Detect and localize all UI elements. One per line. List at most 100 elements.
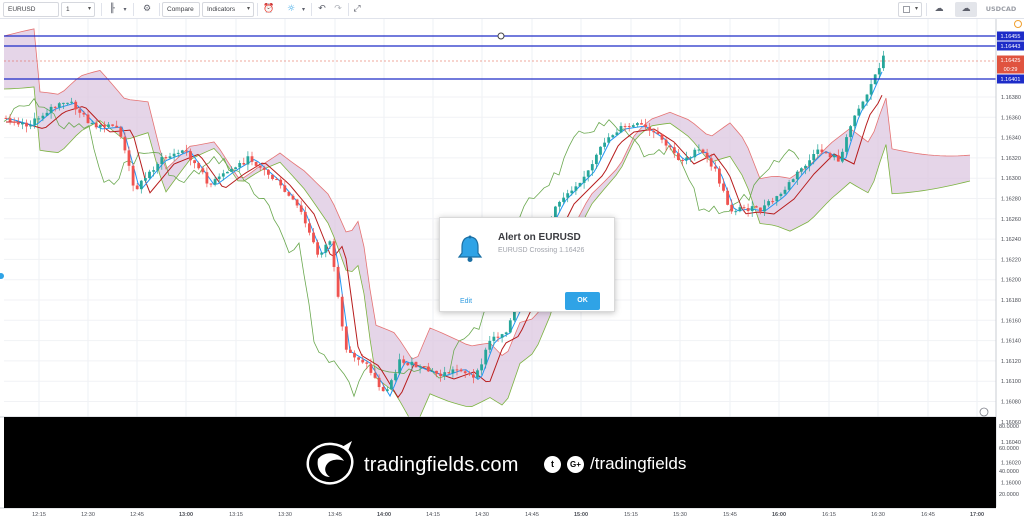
candle-body <box>832 155 836 158</box>
time-tick-label: 15:15 <box>624 512 638 518</box>
time-tick-label: 13:15 <box>229 512 243 518</box>
price-tick-label: 1.16160 <box>1001 318 1021 324</box>
candle-body <box>795 171 799 180</box>
candle-body <box>574 186 578 191</box>
candle-body <box>271 174 274 180</box>
price-tick-label: 1.16000 <box>1001 481 1021 487</box>
edit-alert-link[interactable]: Edit <box>460 298 472 305</box>
redo-icon[interactable]: ↷ <box>331 2 345 17</box>
indicators-label: Indicators <box>207 6 236 13</box>
alert-clock-icon[interactable]: ⏰ <box>261 2 277 17</box>
chevron-down-icon[interactable]: ▾ <box>120 2 130 17</box>
candle-body <box>365 362 369 364</box>
candle-body <box>242 163 246 165</box>
time-tick-label: 12:15 <box>32 512 46 518</box>
candle-body <box>418 366 422 368</box>
symbol-search-field[interactable]: EURUSD <box>3 2 59 17</box>
fullscreen-icon[interactable]: ⤢ <box>350 2 364 17</box>
candle-body <box>144 178 147 181</box>
candle-body <box>480 364 483 371</box>
candle-body <box>750 206 754 212</box>
candle-body <box>791 179 795 183</box>
candle-body <box>562 197 565 202</box>
candle-body <box>283 185 287 192</box>
candle-body <box>291 195 295 200</box>
chevron-down-icon: ▾ <box>246 6 250 12</box>
candlestick-icon[interactable]: ╟ <box>104 2 120 17</box>
candle-body <box>41 115 45 119</box>
compare-button[interactable]: Compare <box>162 2 200 17</box>
candle-body <box>180 150 184 153</box>
candle-body <box>656 132 660 135</box>
candle-body <box>451 369 455 374</box>
time-tick-label: 16:15 <box>822 512 836 518</box>
candle-body <box>582 176 586 183</box>
candle-body <box>615 132 619 136</box>
price-tick-label: 1.16280 <box>1001 197 1021 203</box>
bell-icon <box>457 235 483 262</box>
lightbulb-icon[interactable]: ☼ <box>283 2 299 17</box>
ok-button[interactable]: OK <box>565 292 600 310</box>
candle-body <box>8 118 12 122</box>
time-tick-label: 12:30 <box>81 512 95 518</box>
candle-body <box>681 160 684 162</box>
right-symbol-label[interactable]: USDCAD <box>982 2 1020 17</box>
candle-body <box>185 150 188 152</box>
gear-icon[interactable]: ⚙ <box>139 2 155 17</box>
candle-body <box>197 163 201 169</box>
candle-body <box>435 370 438 374</box>
candle-body <box>476 370 479 378</box>
candle-body <box>373 372 377 378</box>
candle-body <box>693 149 697 158</box>
candle-body <box>787 182 791 190</box>
indicators-button[interactable]: Indicators ▾ <box>202 2 254 17</box>
candle-body <box>738 207 742 212</box>
candle-body <box>640 123 643 125</box>
candle-body <box>127 150 131 166</box>
interval-select[interactable]: 1 ▾ <box>61 2 95 17</box>
time-tick-label: 15:00 <box>574 512 588 518</box>
candle-body <box>21 122 24 125</box>
price-badge-label: 1.16401 <box>1001 77 1021 83</box>
candle-body <box>570 190 574 194</box>
candle-body <box>258 165 262 168</box>
candle-body <box>664 139 668 146</box>
toolbar-divider <box>101 3 102 16</box>
price-tick-label: 1.16220 <box>1001 257 1021 263</box>
cloud-save-icon[interactable]: ☁ <box>955 2 977 17</box>
candle-body <box>734 211 738 213</box>
price-tick-label: 1.16320 <box>1001 156 1021 162</box>
candle-body <box>205 172 209 184</box>
candle-body <box>439 373 442 377</box>
brand-name: tradingfields.com <box>364 454 519 476</box>
time-tick-label: 15:30 <box>673 512 687 518</box>
candle-body <box>70 101 73 103</box>
undo-icon[interactable]: ↶ <box>315 2 329 17</box>
candle-body <box>627 126 631 128</box>
candle-body <box>287 191 291 196</box>
candle-body <box>172 153 176 157</box>
candle-body <box>12 121 16 123</box>
layout-select[interactable]: ▾ <box>898 2 922 17</box>
candle-body <box>804 165 807 169</box>
candle-body <box>652 130 656 133</box>
candle-body <box>824 152 828 154</box>
candle-body <box>45 112 49 116</box>
candle-body <box>636 123 639 126</box>
candle-body <box>759 207 762 212</box>
chevron-down-icon[interactable]: ▾ <box>299 2 308 17</box>
candle-body <box>254 161 258 166</box>
cloud-load-icon[interactable]: ☁ <box>929 2 949 17</box>
candle-body <box>349 349 352 353</box>
toolbar-divider <box>348 3 349 16</box>
price-tick-label: 1.16240 <box>1001 237 1021 243</box>
candle-body <box>299 205 303 212</box>
toolbar-divider <box>159 3 160 16</box>
candle-body <box>49 106 53 113</box>
candle-body <box>500 334 504 338</box>
candle-body <box>623 126 627 128</box>
candle-body <box>849 126 852 138</box>
toolbar-divider <box>257 3 258 16</box>
candle-body <box>168 156 172 159</box>
candle-body <box>209 183 213 185</box>
